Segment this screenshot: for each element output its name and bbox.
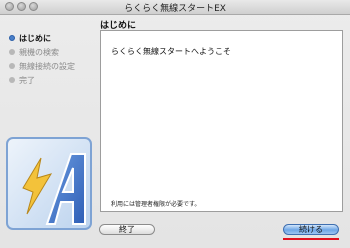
step-label: はじめに — [19, 33, 51, 43]
step-label: 完了 — [19, 75, 35, 85]
step-search-base-station: 親機の検索 — [9, 45, 75, 59]
step-bullet-icon — [9, 49, 15, 55]
step-label: 親機の検索 — [19, 47, 59, 57]
title-bar[interactable]: らくらく無線スタートEX — [0, 0, 350, 15]
admin-requirement-note: 利用には管理者権限が必要です。 — [111, 201, 201, 208]
window-title: らくらく無線スタートEX — [124, 4, 226, 14]
step-current-bullet-icon — [9, 35, 15, 41]
quit-button[interactable]: 終了 — [99, 224, 155, 235]
step-label: 無線接続の設定 — [19, 61, 75, 71]
steps-sidebar: はじめに 親機の検索 無線接続の設定 完了 — [9, 31, 75, 87]
installer-window: らくらく無線スタートEX はじめに 親機の検索 無線接続の設定 完了 はじめに … — [0, 0, 350, 248]
welcome-text: らくらく無線スタートへようこそ — [111, 47, 231, 56]
step-bullet-icon — [9, 63, 15, 69]
continue-button[interactable]: 続ける — [283, 224, 339, 235]
step-bullet-icon — [9, 77, 15, 83]
step-wireless-settings: 無線接続の設定 — [9, 59, 75, 73]
continue-highlight-underline — [283, 238, 339, 240]
step-introduction: はじめに — [9, 31, 75, 45]
step-complete: 完了 — [9, 73, 75, 87]
content-panel: らくらく無線スタートへようこそ 利用には管理者権限が必要です。 — [100, 30, 343, 212]
app-logo-icon — [6, 137, 92, 230]
